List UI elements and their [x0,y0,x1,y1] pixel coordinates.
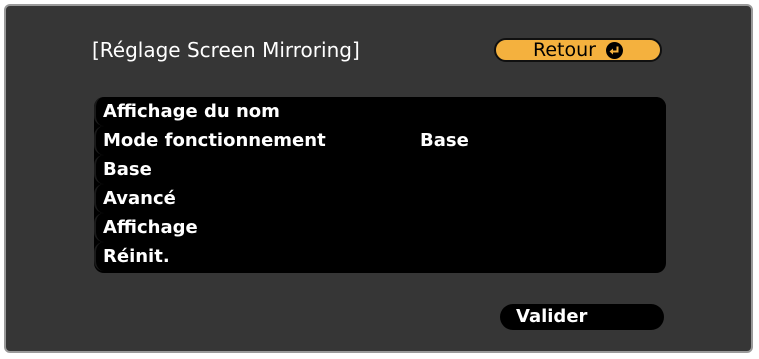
settings-menu: Affichage du nom Mode fonctionnement Bas… [94,97,666,273]
menu-item-label: Réinit. [103,246,170,267]
menu-item-label: Affichage du nom [103,101,280,122]
menu-item-label: Mode fonctionnement [103,130,326,151]
menu-item-label: Base [103,159,152,180]
back-button-label: Retour [533,39,596,61]
dialog-title: [Réglage Screen Mirroring] [92,38,360,62]
menu-item-label: Affichage [103,217,198,238]
menu-item-basic[interactable]: Base [94,155,666,184]
menu-item-label: Avancé [103,188,176,209]
menu-item-display[interactable]: Affichage [94,213,666,242]
menu-item-operation-mode[interactable]: Mode fonctionnement Base [94,126,666,155]
validate-button[interactable]: Valider [500,304,664,330]
enter-icon [605,41,623,59]
screen-mirroring-settings-dialog: [Réglage Screen Mirroring] Retour Affich… [4,4,753,353]
menu-item-display-name[interactable]: Affichage du nom [94,97,666,126]
menu-item-value: Base [420,130,469,151]
menu-item-reset[interactable]: Réinit. [94,242,666,271]
back-button[interactable]: Retour [494,38,662,62]
menu-item-advanced[interactable]: Avancé [94,184,666,213]
